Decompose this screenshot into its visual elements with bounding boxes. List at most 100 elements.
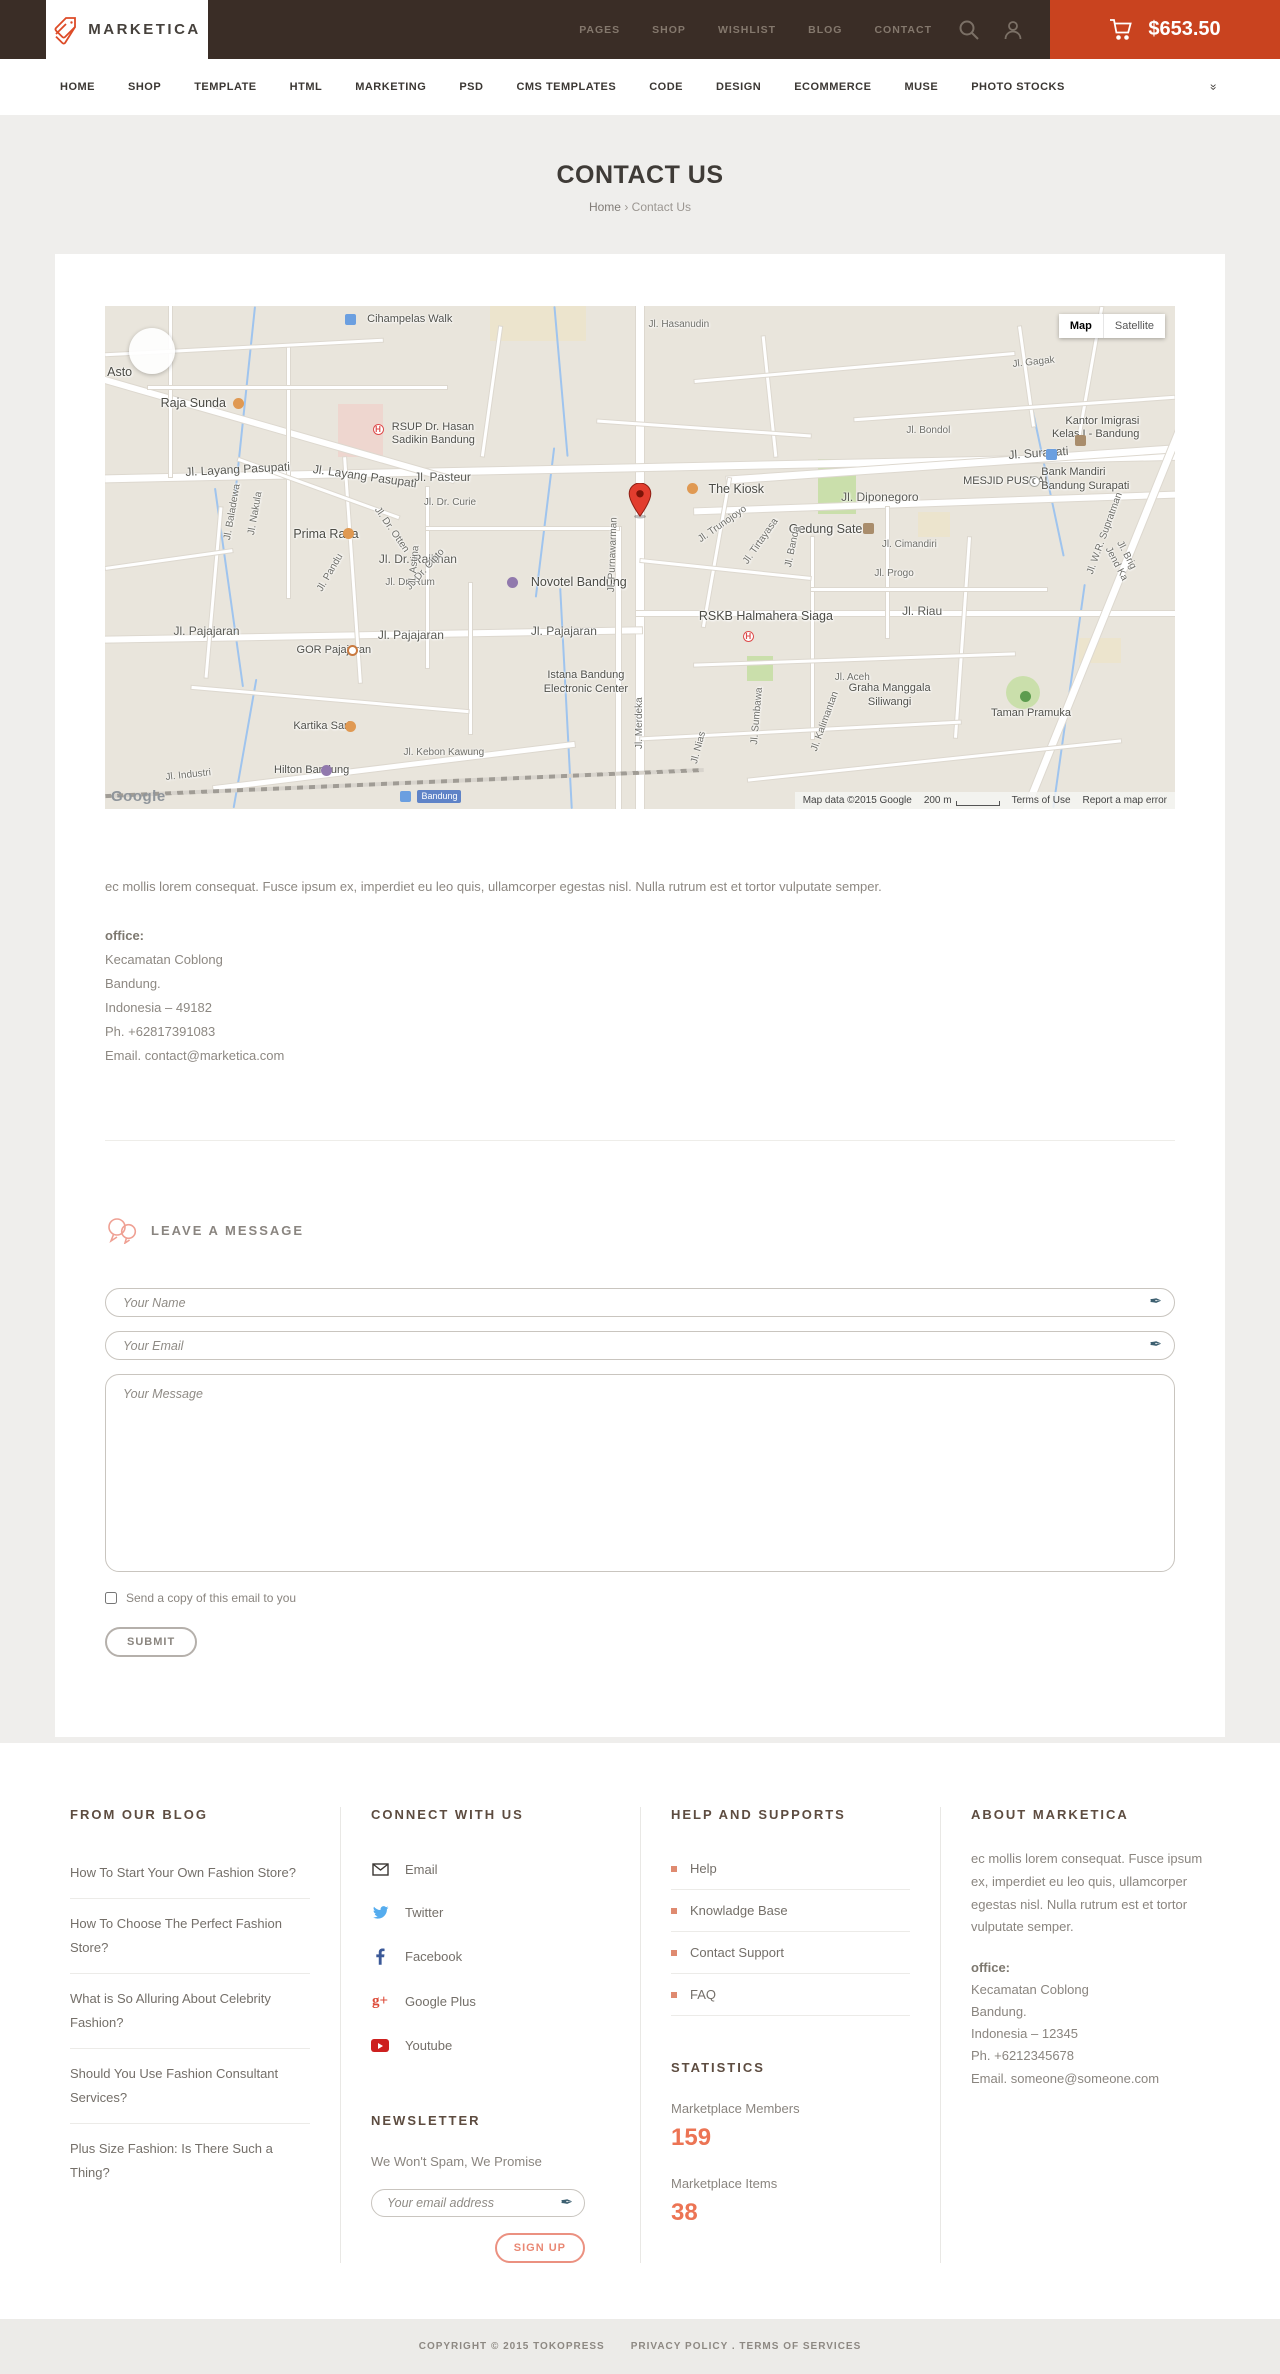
breadcrumb-home-link[interactable]: Home: [589, 200, 621, 214]
connect-twitter-row[interactable]: Twitter: [371, 1891, 610, 1934]
blog-post-link[interactable]: What is So Alluring About Celebrity Fash…: [70, 1987, 310, 2035]
map-pan-control[interactable]: [129, 328, 175, 374]
google-map[interactable]: Cihampelas Walk Jl. Hasanudin Asto Raja Sun…: [105, 306, 1175, 809]
blog-post-link[interactable]: Plus Size Fashion: Is There Such a Thing…: [70, 2137, 310, 2185]
connect-googleplus-row[interactable]: g+ Google Plus: [371, 1979, 610, 2024]
government-icon: [862, 523, 874, 535]
main-menu-link[interactable]: HTML: [290, 81, 323, 93]
satellite-view-button[interactable]: Satellite: [1103, 314, 1165, 338]
about-text: ec mollis lorem consequat. Fusce ipsum e…: [971, 1851, 1203, 1935]
email-link[interactable]: Email: [405, 1862, 438, 1877]
menu-more-chevron-icon[interactable]: «: [1206, 84, 1220, 91]
google-logo[interactable]: Google: [111, 788, 166, 805]
main-menu-link[interactable]: CODE: [649, 81, 683, 93]
email-icon: [371, 1863, 389, 1876]
members-stat-label: Marketplace Members: [671, 2101, 800, 2117]
twitter-link[interactable]: Twitter: [405, 1905, 443, 1920]
connect-email-row[interactable]: Email: [371, 1848, 610, 1891]
main-menu-link[interactable]: PHOTO STOCKS: [971, 81, 1065, 93]
legal-links[interactable]: PRIVACY POLICY . TERMS OF SERVICES: [631, 2341, 862, 2352]
send-copy-checkbox[interactable]: [105, 1592, 117, 1605]
blog-post-link[interactable]: How To Start Your Own Fashion Store?: [70, 1861, 310, 1885]
map-label: Jl. Pandu: [314, 551, 346, 594]
map-label: Jl. Pajajaran: [173, 623, 240, 638]
message-field-wrap: [105, 1374, 1175, 1577]
blog-post-link[interactable]: How To Choose The Perfect Fashion Store?: [70, 1912, 310, 1960]
map-scale-label: 200 m: [923, 795, 952, 806]
top-nav-link[interactable]: BLOG: [808, 24, 842, 36]
cart-icon: [1110, 18, 1133, 40]
map-label: Jl. Pajajaran: [530, 623, 597, 638]
map-type-control: Map Satellite: [1058, 314, 1165, 338]
send-copy-row: Send a copy of this email to you: [105, 1591, 1175, 1605]
connect-facebook-row[interactable]: Facebook: [371, 1934, 610, 1979]
help-link[interactable]: Help: [690, 1861, 717, 1876]
map-label: Jl. Dr. Otten: [372, 504, 412, 555]
name-input[interactable]: [105, 1288, 1175, 1318]
cart-button[interactable]: $653.50: [1050, 0, 1280, 59]
breadcrumb-separator: ›: [624, 200, 629, 214]
facebook-link[interactable]: Facebook: [405, 1949, 462, 1964]
terms-of-use-link[interactable]: Terms of Use: [1012, 795, 1071, 806]
map-label: Jl. Kebon Kawung: [403, 746, 485, 758]
main-menu-link[interactable]: TEMPLATE: [194, 81, 256, 93]
map-marker-pin[interactable]: [628, 482, 652, 524]
main-menu-link[interactable]: PSD: [459, 81, 483, 93]
brand-logo[interactable]: MARKETICA: [46, 0, 208, 59]
map-label: Jl. Merdeka: [633, 696, 645, 749]
restaurant-icon: [687, 483, 699, 495]
main-menu-link[interactable]: CMS TEMPLATES: [516, 81, 616, 93]
contact-intro-text: ec mollis lorem consequat. Fusce ipsum e…: [105, 879, 882, 894]
newsletter-email-input[interactable]: [371, 2189, 585, 2218]
map-scale: 200 m: [924, 795, 1000, 806]
map-label: The Kiosk: [708, 482, 765, 497]
office-address-block: office: Kecamatan Coblong Bandung. Indones…: [105, 924, 1175, 1068]
blog-post-link[interactable]: Should You Use Fashion Consultant Servic…: [70, 2062, 310, 2110]
submit-button[interactable]: SUBMIT: [105, 1627, 198, 1658]
help-link[interactable]: FAQ: [690, 1987, 716, 2002]
connect-youtube-row[interactable]: Youtube: [371, 2024, 610, 2067]
main-menu-link[interactable]: SHOP: [128, 81, 161, 93]
google-plus-link[interactable]: Google Plus: [405, 1994, 476, 2009]
main-menu-link[interactable]: MARKETING: [355, 81, 426, 93]
office-address-line: Bandung.: [105, 975, 161, 991]
hospital-icon: H: [372, 423, 384, 435]
top-nav-link[interactable]: CONTACT: [874, 24, 932, 36]
bank-icon: [1045, 448, 1057, 460]
youtube-link[interactable]: Youtube: [405, 2038, 452, 2053]
pan-up-arrow-icon[interactable]: [147, 334, 157, 344]
user-icon[interactable]: [1002, 19, 1024, 41]
newsletter-tagline: We Won't Spam, We Promise: [371, 2154, 542, 2170]
main-menu-link[interactable]: DESIGN: [716, 81, 761, 93]
pan-left-arrow-icon[interactable]: [135, 346, 145, 356]
help-link[interactable]: Contact Support: [690, 1945, 784, 1960]
message-textarea[interactable]: [105, 1374, 1175, 1573]
items-stat-value: 38: [671, 2199, 698, 2227]
pan-down-arrow-icon[interactable]: [147, 358, 157, 368]
signup-button[interactable]: SIGN UP: [494, 2233, 585, 2264]
top-nav-link[interactable]: PAGES: [579, 24, 620, 36]
blog-list-item: How To Choose The Perfect Fashion Store?: [70, 1899, 310, 1975]
map-label: Jl. Progo: [874, 567, 914, 579]
tag-icon: [54, 16, 77, 44]
help-link[interactable]: Knowladge Base: [690, 1903, 788, 1918]
about-heading: ABOUT MARKETICA: [971, 1807, 1129, 1823]
pan-right-arrow-icon[interactable]: [159, 346, 169, 356]
google-plus-icon: g+: [371, 1993, 389, 2010]
main-menu-link[interactable]: MUSE: [904, 81, 938, 93]
blog-list-item: Should You Use Fashion Consultant Servic…: [70, 2049, 310, 2125]
top-nav-link[interactable]: SHOP: [652, 24, 686, 36]
footer-help-column: HELP AND SUPPORTS Help Knowladge Base Cont…: [640, 1807, 940, 2264]
form-heading: LEAVE A MESSAGE: [151, 1223, 305, 1239]
main-menu-link[interactable]: HOME: [60, 81, 95, 93]
help-list-item: Contact Support: [671, 1932, 910, 1975]
search-icon[interactable]: [958, 19, 980, 41]
map-label: Jl. Bondol: [906, 424, 951, 436]
report-map-error-link[interactable]: Report a map error: [1083, 795, 1167, 806]
map-label: Raja Sunda: [160, 395, 226, 410]
main-menu-link[interactable]: ECOMMERCE: [794, 81, 871, 93]
email-input[interactable]: [105, 1331, 1175, 1361]
map-view-button[interactable]: Map: [1058, 314, 1104, 338]
top-nav-link[interactable]: WISHLIST: [718, 24, 776, 36]
name-field-wrap: ✒: [105, 1288, 1175, 1318]
